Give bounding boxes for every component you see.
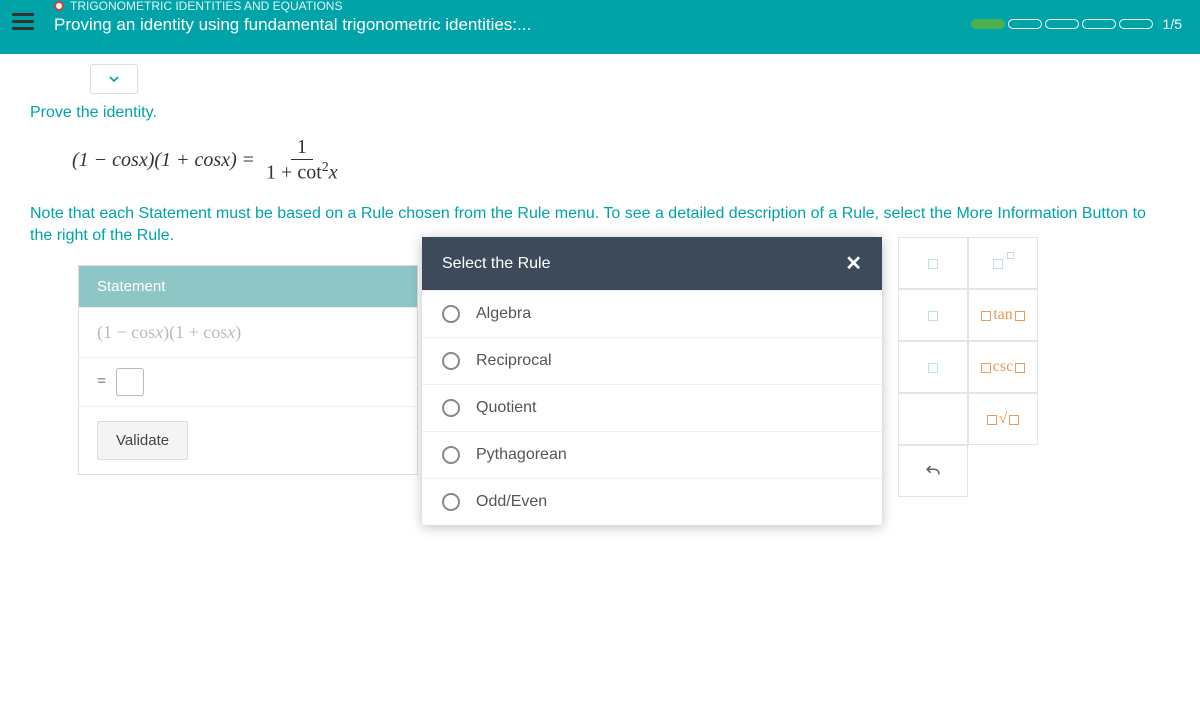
progress-indicator: 1/5 bbox=[971, 16, 1182, 32]
prove-label: Prove the identity. bbox=[30, 104, 1170, 122]
tool-placeholder-1[interactable] bbox=[898, 237, 968, 289]
radio-icon bbox=[442, 352, 460, 370]
tool-placeholder-3[interactable] bbox=[898, 341, 968, 393]
rule-modal-title: Select the Rule bbox=[442, 255, 551, 273]
rule-option-quotient[interactable]: Quotient bbox=[422, 384, 882, 431]
progress-seg bbox=[1082, 19, 1116, 29]
chevron-down-icon bbox=[106, 71, 122, 87]
progress-seg bbox=[1119, 19, 1153, 29]
progress-seg bbox=[1045, 19, 1079, 29]
app-header: TRIGONOMETRIC IDENTITIES AND EQUATIONS P… bbox=[0, 0, 1200, 54]
radio-icon bbox=[442, 305, 460, 323]
rule-option-pythagorean[interactable]: Pythagorean bbox=[422, 431, 882, 478]
undo-button[interactable] bbox=[898, 445, 968, 497]
radio-icon bbox=[442, 493, 460, 511]
tool-exponent[interactable] bbox=[968, 237, 1038, 289]
identity-expression: (1 − cosx)(1 + cosx) = 1 1 + cot2x bbox=[72, 136, 1170, 185]
menu-button[interactable] bbox=[12, 13, 34, 30]
tool-palette: tan csc √ bbox=[898, 237, 1068, 497]
rule-option-reciprocal[interactable]: Reciprocal bbox=[422, 337, 882, 384]
collapse-toggle[interactable] bbox=[90, 64, 138, 94]
radio-icon bbox=[442, 446, 460, 464]
expression-input[interactable] bbox=[116, 368, 144, 396]
progress-label: 1/5 bbox=[1163, 16, 1182, 32]
rule-option-algebra[interactable]: Algebra bbox=[422, 290, 882, 337]
statement-starting-expression: (1 − cosx)(1 + cosx) bbox=[79, 307, 417, 357]
rule-select-modal: Select the Rule ✕ Algebra Reciprocal Quo… bbox=[422, 237, 882, 525]
tool-placeholder-2[interactable] bbox=[898, 289, 968, 341]
progress-seg bbox=[971, 19, 1005, 29]
breadcrumb-dot-icon bbox=[54, 1, 64, 11]
breadcrumb: TRIGONOMETRIC IDENTITIES AND EQUATIONS bbox=[54, 0, 531, 13]
progress-bars bbox=[971, 19, 1153, 29]
page-title: Proving an identity using fundamental tr… bbox=[54, 15, 531, 35]
close-button[interactable]: ✕ bbox=[845, 251, 862, 276]
equals-label: = bbox=[97, 373, 106, 391]
progress-seg bbox=[1008, 19, 1042, 29]
statement-panel: Statement (1 − cosx)(1 + cosx) = Validat… bbox=[78, 265, 418, 475]
tool-csc[interactable]: csc bbox=[968, 341, 1038, 393]
tool-tan[interactable]: tan bbox=[968, 289, 1038, 341]
rule-option-oddeven[interactable]: Odd/Even bbox=[422, 478, 882, 525]
statement-input-row: = bbox=[79, 357, 417, 406]
validate-button[interactable]: Validate bbox=[97, 421, 188, 460]
undo-icon bbox=[923, 461, 943, 481]
statement-header: Statement bbox=[79, 266, 417, 307]
radio-icon bbox=[442, 399, 460, 417]
tool-sqrt[interactable]: √ bbox=[968, 393, 1038, 445]
content-area: Prove the identity. (1 − cosx)(1 + cosx)… bbox=[0, 94, 1200, 485]
